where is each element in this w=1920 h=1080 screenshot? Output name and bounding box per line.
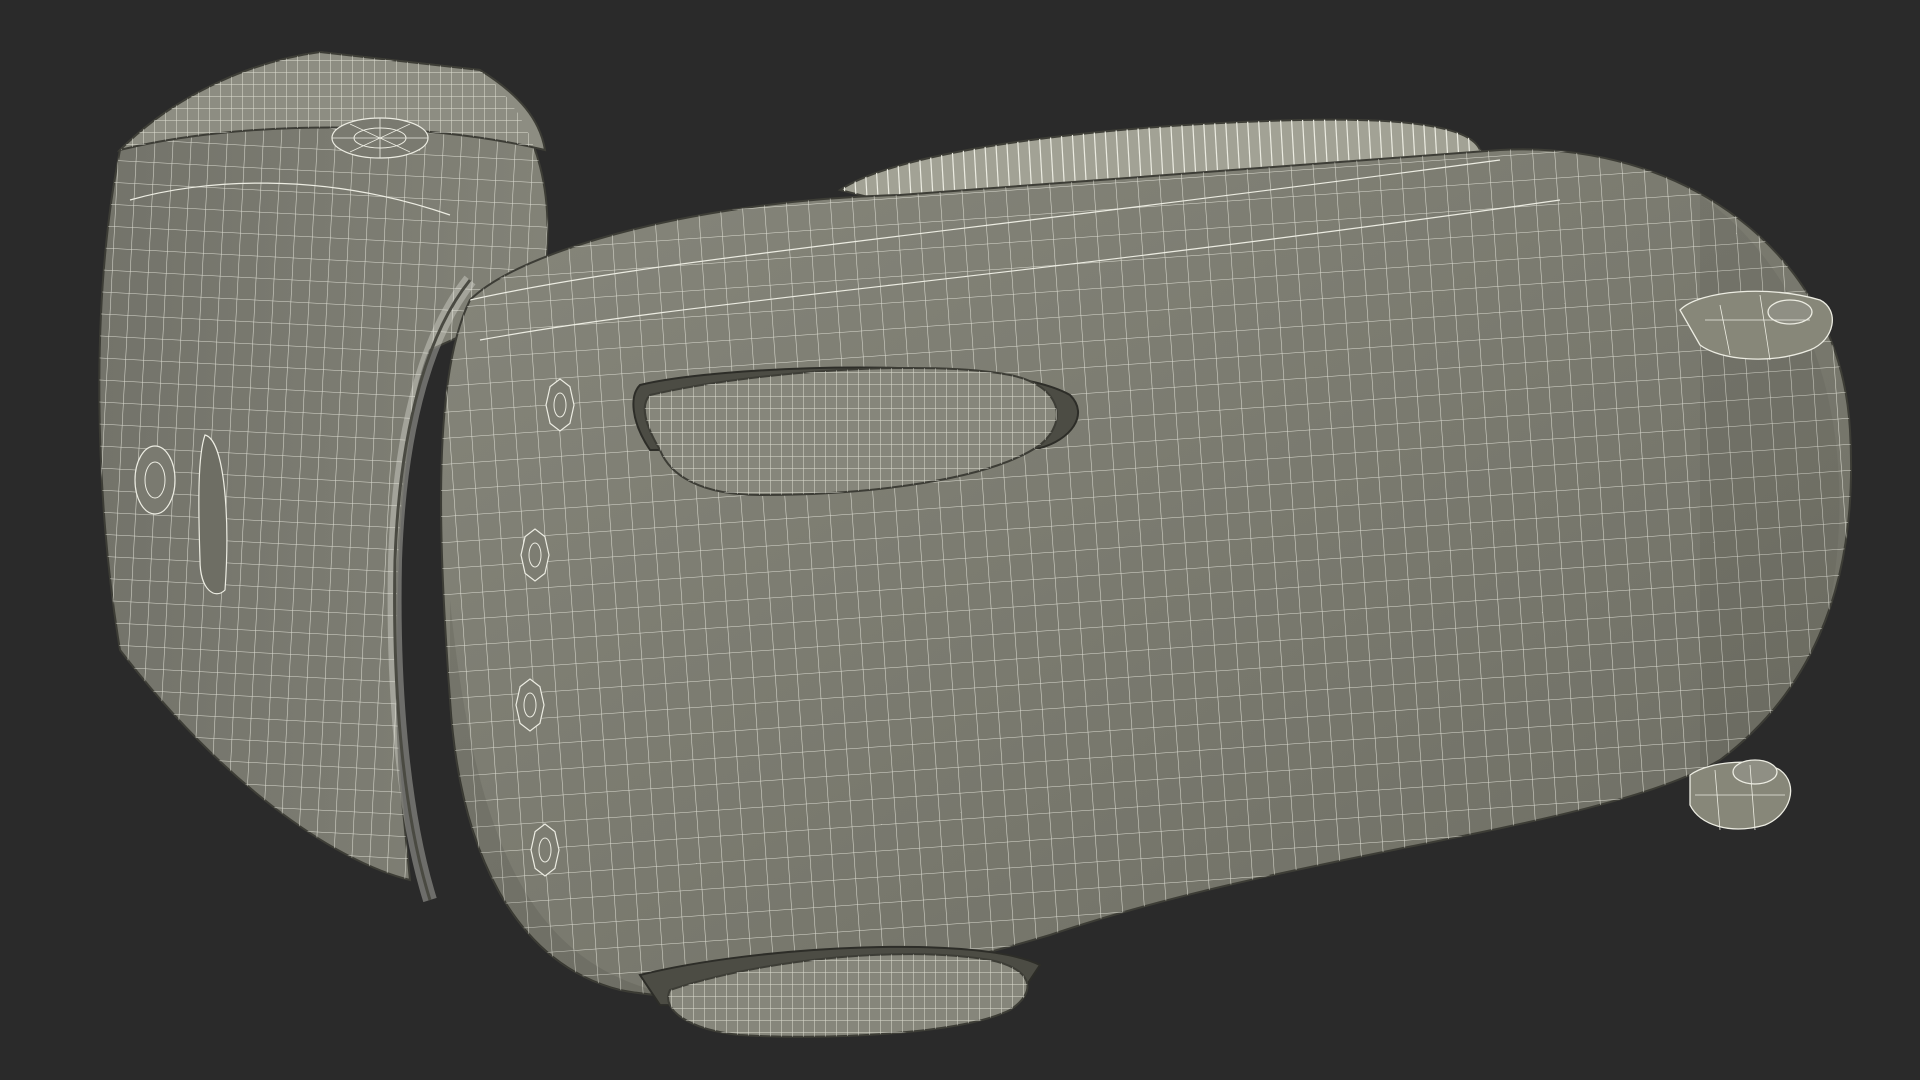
strap-lug-bottom [1689,759,1792,831]
hex-screw-icon [530,823,560,877]
hex-screw-icon [515,678,545,732]
head-screw-side [134,445,176,515]
render-viewport [0,0,1920,1080]
hex-screw-icon [520,528,550,582]
wireframe-model [0,0,1920,1080]
head-screw-top [331,117,429,159]
hex-screw-icon [545,378,575,432]
